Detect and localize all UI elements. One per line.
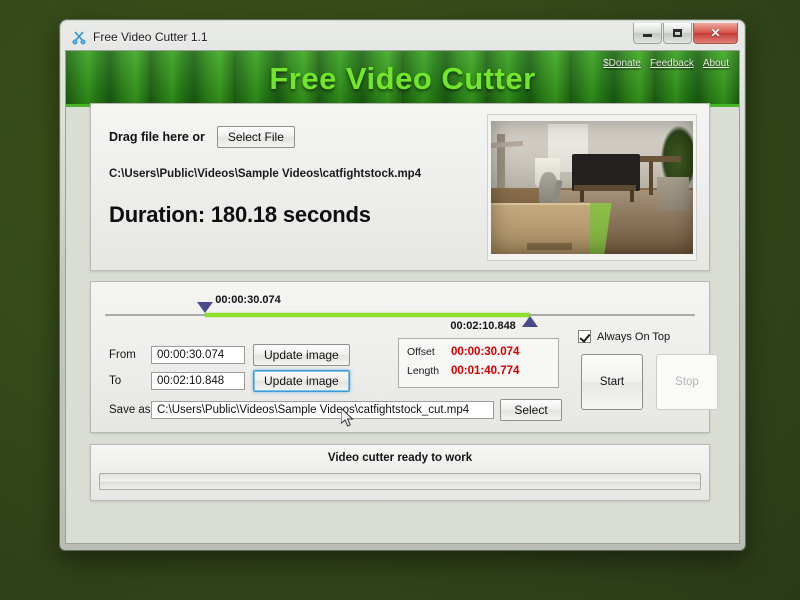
to-label: To	[109, 375, 122, 387]
minimize-button[interactable]	[633, 23, 662, 44]
offset-label: Offset	[407, 346, 435, 358]
feedback-link[interactable]: Feedback	[650, 58, 694, 69]
application-window: Free Video Cutter 1.1 ✕ Free Video Cutte…	[60, 20, 745, 550]
status-text: Video cutter ready to work	[327, 452, 473, 464]
duration-label: Duration: 180.18 seconds	[109, 202, 371, 227]
window-title: Free Video Cutter 1.1	[93, 30, 208, 44]
desktop-background: Free Video Cutter 1.1 ✕ Free Video Cutte…	[0, 0, 800, 600]
app-banner: Free Video Cutter $Donate Feedback About	[66, 51, 739, 107]
video-preview[interactable]	[487, 114, 697, 261]
drag-drop-row[interactable]: Drag file here or Select File	[109, 126, 295, 148]
update-image-from-button[interactable]: Update image	[253, 344, 350, 366]
timeline-slider[interactable]: 00:00:30.074 00:02:10.848	[105, 294, 695, 332]
from-label: From	[109, 349, 136, 361]
from-input[interactable]	[151, 346, 245, 364]
always-on-top-label: Always On Top	[597, 330, 671, 343]
always-on-top-row[interactable]: Always On Top	[578, 330, 670, 343]
header-links: $Donate Feedback About	[603, 58, 729, 69]
length-row: Length 00:01:40.774	[407, 365, 519, 377]
offset-length-box: Offset 00:00:30.074 Length 00:01:40.774	[398, 338, 559, 388]
status-panel: Video cutter ready to work	[90, 444, 710, 501]
to-row: To Update image	[109, 370, 350, 392]
always-on-top-checkbox[interactable]	[578, 330, 591, 343]
timeline-from-marker[interactable]	[197, 302, 214, 313]
donate-link[interactable]: $Donate	[603, 58, 641, 69]
progress-bar	[99, 473, 701, 490]
minimize-icon	[643, 34, 652, 37]
video-frame-thumbnail	[491, 121, 693, 254]
source-file-path: C:\Users\Public\Videos\Sample Videos\cat…	[109, 168, 422, 180]
close-icon: ✕	[710, 26, 721, 40]
timeline-from-label: 00:00:30.074	[215, 294, 281, 306]
file-panel: Drag file here or Select File C:\Users\P…	[90, 103, 710, 271]
offset-row: Offset 00:00:30.074	[407, 346, 519, 358]
length-label: Length	[407, 365, 440, 377]
timeline-selected-range	[205, 313, 530, 317]
window-controls: ✕	[632, 23, 738, 45]
offset-value: 00:00:30.074	[451, 346, 520, 358]
save-as-row: Save as Select	[109, 399, 562, 421]
save-as-label: Save as	[109, 404, 151, 416]
from-row: From Update image	[109, 344, 350, 366]
select-file-button[interactable]: Select File	[216, 126, 295, 148]
save-as-input[interactable]	[151, 401, 494, 419]
stop-button: Stop	[656, 354, 718, 410]
length-value: 00:01:40.774	[451, 365, 520, 377]
maximize-button[interactable]	[663, 23, 692, 44]
timeline-to-label: 00:02:10.848	[450, 320, 516, 332]
drag-file-label: Drag file here or	[109, 130, 205, 144]
select-output-button[interactable]: Select	[500, 399, 562, 421]
timeline-to-marker[interactable]	[521, 316, 538, 327]
client-area: Free Video Cutter $Donate Feedback About…	[65, 50, 740, 544]
about-link[interactable]: About	[703, 58, 729, 69]
cut-settings-panel: 00:00:30.074 00:02:10.848 From Update im…	[90, 281, 718, 433]
update-image-to-button[interactable]: Update image	[253, 370, 350, 392]
close-button[interactable]: ✕	[693, 23, 738, 44]
maximize-icon	[673, 29, 682, 37]
scissors-icon	[71, 29, 87, 45]
to-input[interactable]	[151, 372, 245, 390]
start-button[interactable]: Start	[581, 354, 643, 410]
title-bar[interactable]: Free Video Cutter 1.1 ✕	[65, 23, 740, 50]
